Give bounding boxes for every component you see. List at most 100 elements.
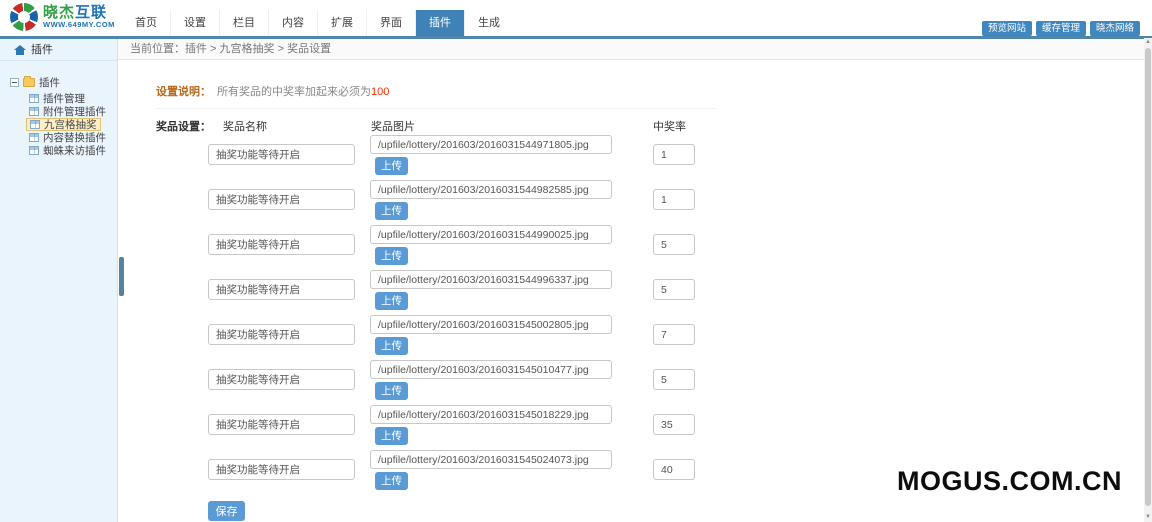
upload-button[interactable]: 上传 xyxy=(375,202,408,220)
win-rate-input[interactable] xyxy=(653,189,695,210)
prize-name-input[interactable] xyxy=(208,369,355,390)
home-icon xyxy=(14,45,26,55)
note-label: 设置说明： xyxy=(156,86,211,98)
grid-icon xyxy=(29,107,39,116)
prize-name-input[interactable] xyxy=(208,324,355,345)
nav-tab-label: 界面 xyxy=(380,17,402,29)
scroll-up-icon[interactable]: ▲ xyxy=(1144,38,1152,47)
win-rate-input[interactable] xyxy=(653,324,695,345)
breadcrumb-label: 当前位置： xyxy=(130,43,185,55)
upload-button[interactable]: 上传 xyxy=(375,427,408,445)
win-rate-input[interactable] xyxy=(653,234,695,255)
prize-name-input[interactable] xyxy=(208,234,355,255)
prize-name-input[interactable] xyxy=(208,279,355,300)
tree-root[interactable]: 插件 xyxy=(10,75,117,89)
prize-image-path-input[interactable] xyxy=(370,450,612,469)
quick-button[interactable]: 缓存管理 xyxy=(1036,21,1086,36)
nav-tab-label: 插件 xyxy=(429,17,451,29)
scroll-thumb[interactable] xyxy=(1145,48,1151,506)
win-rate-input[interactable] xyxy=(653,279,695,300)
nav-tab-label: 栏目 xyxy=(233,17,255,29)
prize-image-path-input[interactable] xyxy=(370,180,612,199)
prize-rows: 上传 上传 上传 上传 上传 上传 上传 上传 xyxy=(156,135,1152,495)
nav-tab[interactable]: 界面 xyxy=(366,10,415,36)
prize-image-path-input[interactable] xyxy=(370,360,612,379)
nav-tab[interactable]: 生成 xyxy=(464,10,513,36)
win-rate-input[interactable] xyxy=(653,144,695,165)
prize-name-input[interactable] xyxy=(208,414,355,435)
note-text: 所有奖品的中奖率加起来必须为 xyxy=(217,86,371,98)
sidebar-title: 插件 xyxy=(31,39,53,61)
brand-site-url: WWW.649MY.COM xyxy=(43,21,115,29)
nav-tab[interactable]: 插件 xyxy=(415,10,464,36)
nav-tab-label: 设置 xyxy=(184,17,206,29)
quick-button[interactable]: 晓杰网络 xyxy=(1090,21,1140,36)
prize-row: 上传 xyxy=(156,270,1152,315)
prize-name-input[interactable] xyxy=(208,459,355,480)
scroll-down-icon[interactable]: ▼ xyxy=(1144,513,1152,522)
col-name-header: 奖品名称 xyxy=(223,118,267,134)
tree-item[interactable]: 蜘蛛来访插件 xyxy=(26,144,109,157)
scrollbar[interactable]: ▲ ▼ xyxy=(1144,38,1152,522)
nav-tab[interactable]: 设置 xyxy=(170,10,219,36)
sidebar-header: 插件 xyxy=(0,39,117,61)
prize-row: 上传 xyxy=(156,360,1152,405)
nav-tab-label: 内容 xyxy=(282,17,304,29)
upload-button[interactable]: 上传 xyxy=(375,292,408,310)
brand-text: 晓杰互联 WWW.649MY.COM xyxy=(43,5,115,29)
prize-image-path-input[interactable] xyxy=(370,315,612,334)
col-rate-header: 中奖率 xyxy=(653,118,686,134)
section-label: 奖品设置： xyxy=(156,118,211,134)
form-header: 奖品设置： 奖品名称 奖品图片 中奖率 xyxy=(156,118,1152,132)
prize-name-input[interactable] xyxy=(208,144,355,165)
grid-icon xyxy=(30,120,40,129)
quick-buttons: 预览网站缓存管理晓杰网络 xyxy=(978,21,1140,36)
nav-tab[interactable]: 栏目 xyxy=(219,10,268,36)
nav-tab-label: 首页 xyxy=(135,17,157,29)
breadcrumb-path: 插件 > 九宫格抽奖 > 奖品设置 xyxy=(185,43,331,55)
breadcrumb: 当前位置：插件 > 九宫格抽奖 > 奖品设置 xyxy=(118,39,1152,60)
upload-button[interactable]: 上传 xyxy=(375,157,408,175)
win-rate-input[interactable] xyxy=(653,414,695,435)
nav-tab[interactable]: 扩展 xyxy=(317,10,366,36)
sidebar: 插件 插件 插件管理 附件管理插件 九宫格抽奖 内容替换插件 蜘蛛来访插件 xyxy=(0,39,118,522)
upload-button[interactable]: 上传 xyxy=(375,337,408,355)
prize-image-path-input[interactable] xyxy=(370,135,612,154)
save-button[interactable]: 保存 xyxy=(208,501,245,521)
folder-icon xyxy=(23,78,35,87)
prize-image-path-input[interactable] xyxy=(370,270,612,289)
prize-row: 上传 xyxy=(156,405,1152,450)
tree-item-label: 蜘蛛来访插件 xyxy=(43,143,106,158)
win-rate-input[interactable] xyxy=(653,369,695,390)
prize-row: 上传 xyxy=(156,135,1152,180)
grid-icon xyxy=(29,94,39,103)
prize-row: 上传 xyxy=(156,315,1152,360)
upload-button[interactable]: 上传 xyxy=(375,247,408,265)
win-rate-input[interactable] xyxy=(653,459,695,480)
note-value: 100 xyxy=(371,86,389,98)
page: 晓杰互联 WWW.649MY.COM 首页设置栏目内容扩展界面插件生成 预览网站… xyxy=(0,0,1152,522)
main-nav: 首页 设置 栏目 内容 扩展 界面 插件 生成 xyxy=(122,10,513,36)
prize-image-path-input[interactable] xyxy=(370,405,612,424)
settings-note: 设置说明： 所有奖品的中奖率加起来必须为100 xyxy=(156,83,716,109)
col-image-header: 奖品图片 xyxy=(371,118,415,134)
prize-row: 上传 xyxy=(156,180,1152,225)
brand-logo[interactable]: 晓杰互联 WWW.649MY.COM xyxy=(10,3,115,31)
sidebar-collapse-handle[interactable] xyxy=(119,257,124,296)
prize-image-path-input[interactable] xyxy=(370,225,612,244)
top-bar: 晓杰互联 WWW.649MY.COM 首页 设置 栏目 内容 扩展 界面 插件 生成 预览网站… xyxy=(0,0,1152,36)
nav-tab-label: 生成 xyxy=(478,17,500,29)
grid-icon xyxy=(29,133,39,142)
prize-name-input[interactable] xyxy=(208,189,355,210)
tree-root-label: 插件 xyxy=(39,75,60,90)
quick-button[interactable]: 预览网站 xyxy=(982,21,1032,36)
prize-settings-form: 设置说明： 所有奖品的中奖率加起来必须为100 奖品设置： 奖品名称 奖品图片 中… xyxy=(118,83,1152,521)
upload-button[interactable]: 上传 xyxy=(375,472,408,490)
upload-button[interactable]: 上传 xyxy=(375,382,408,400)
brand-name: 晓杰互联 xyxy=(43,5,115,21)
nav-tab-label: 扩展 xyxy=(331,17,353,29)
nav-tab[interactable]: 首页 xyxy=(122,10,170,36)
nav-tab[interactable]: 内容 xyxy=(268,10,317,36)
plugin-tree: 插件 插件管理 附件管理插件 九宫格抽奖 内容替换插件 蜘蛛来访插件 xyxy=(0,61,117,157)
collapse-toggle-icon[interactable] xyxy=(10,78,19,87)
